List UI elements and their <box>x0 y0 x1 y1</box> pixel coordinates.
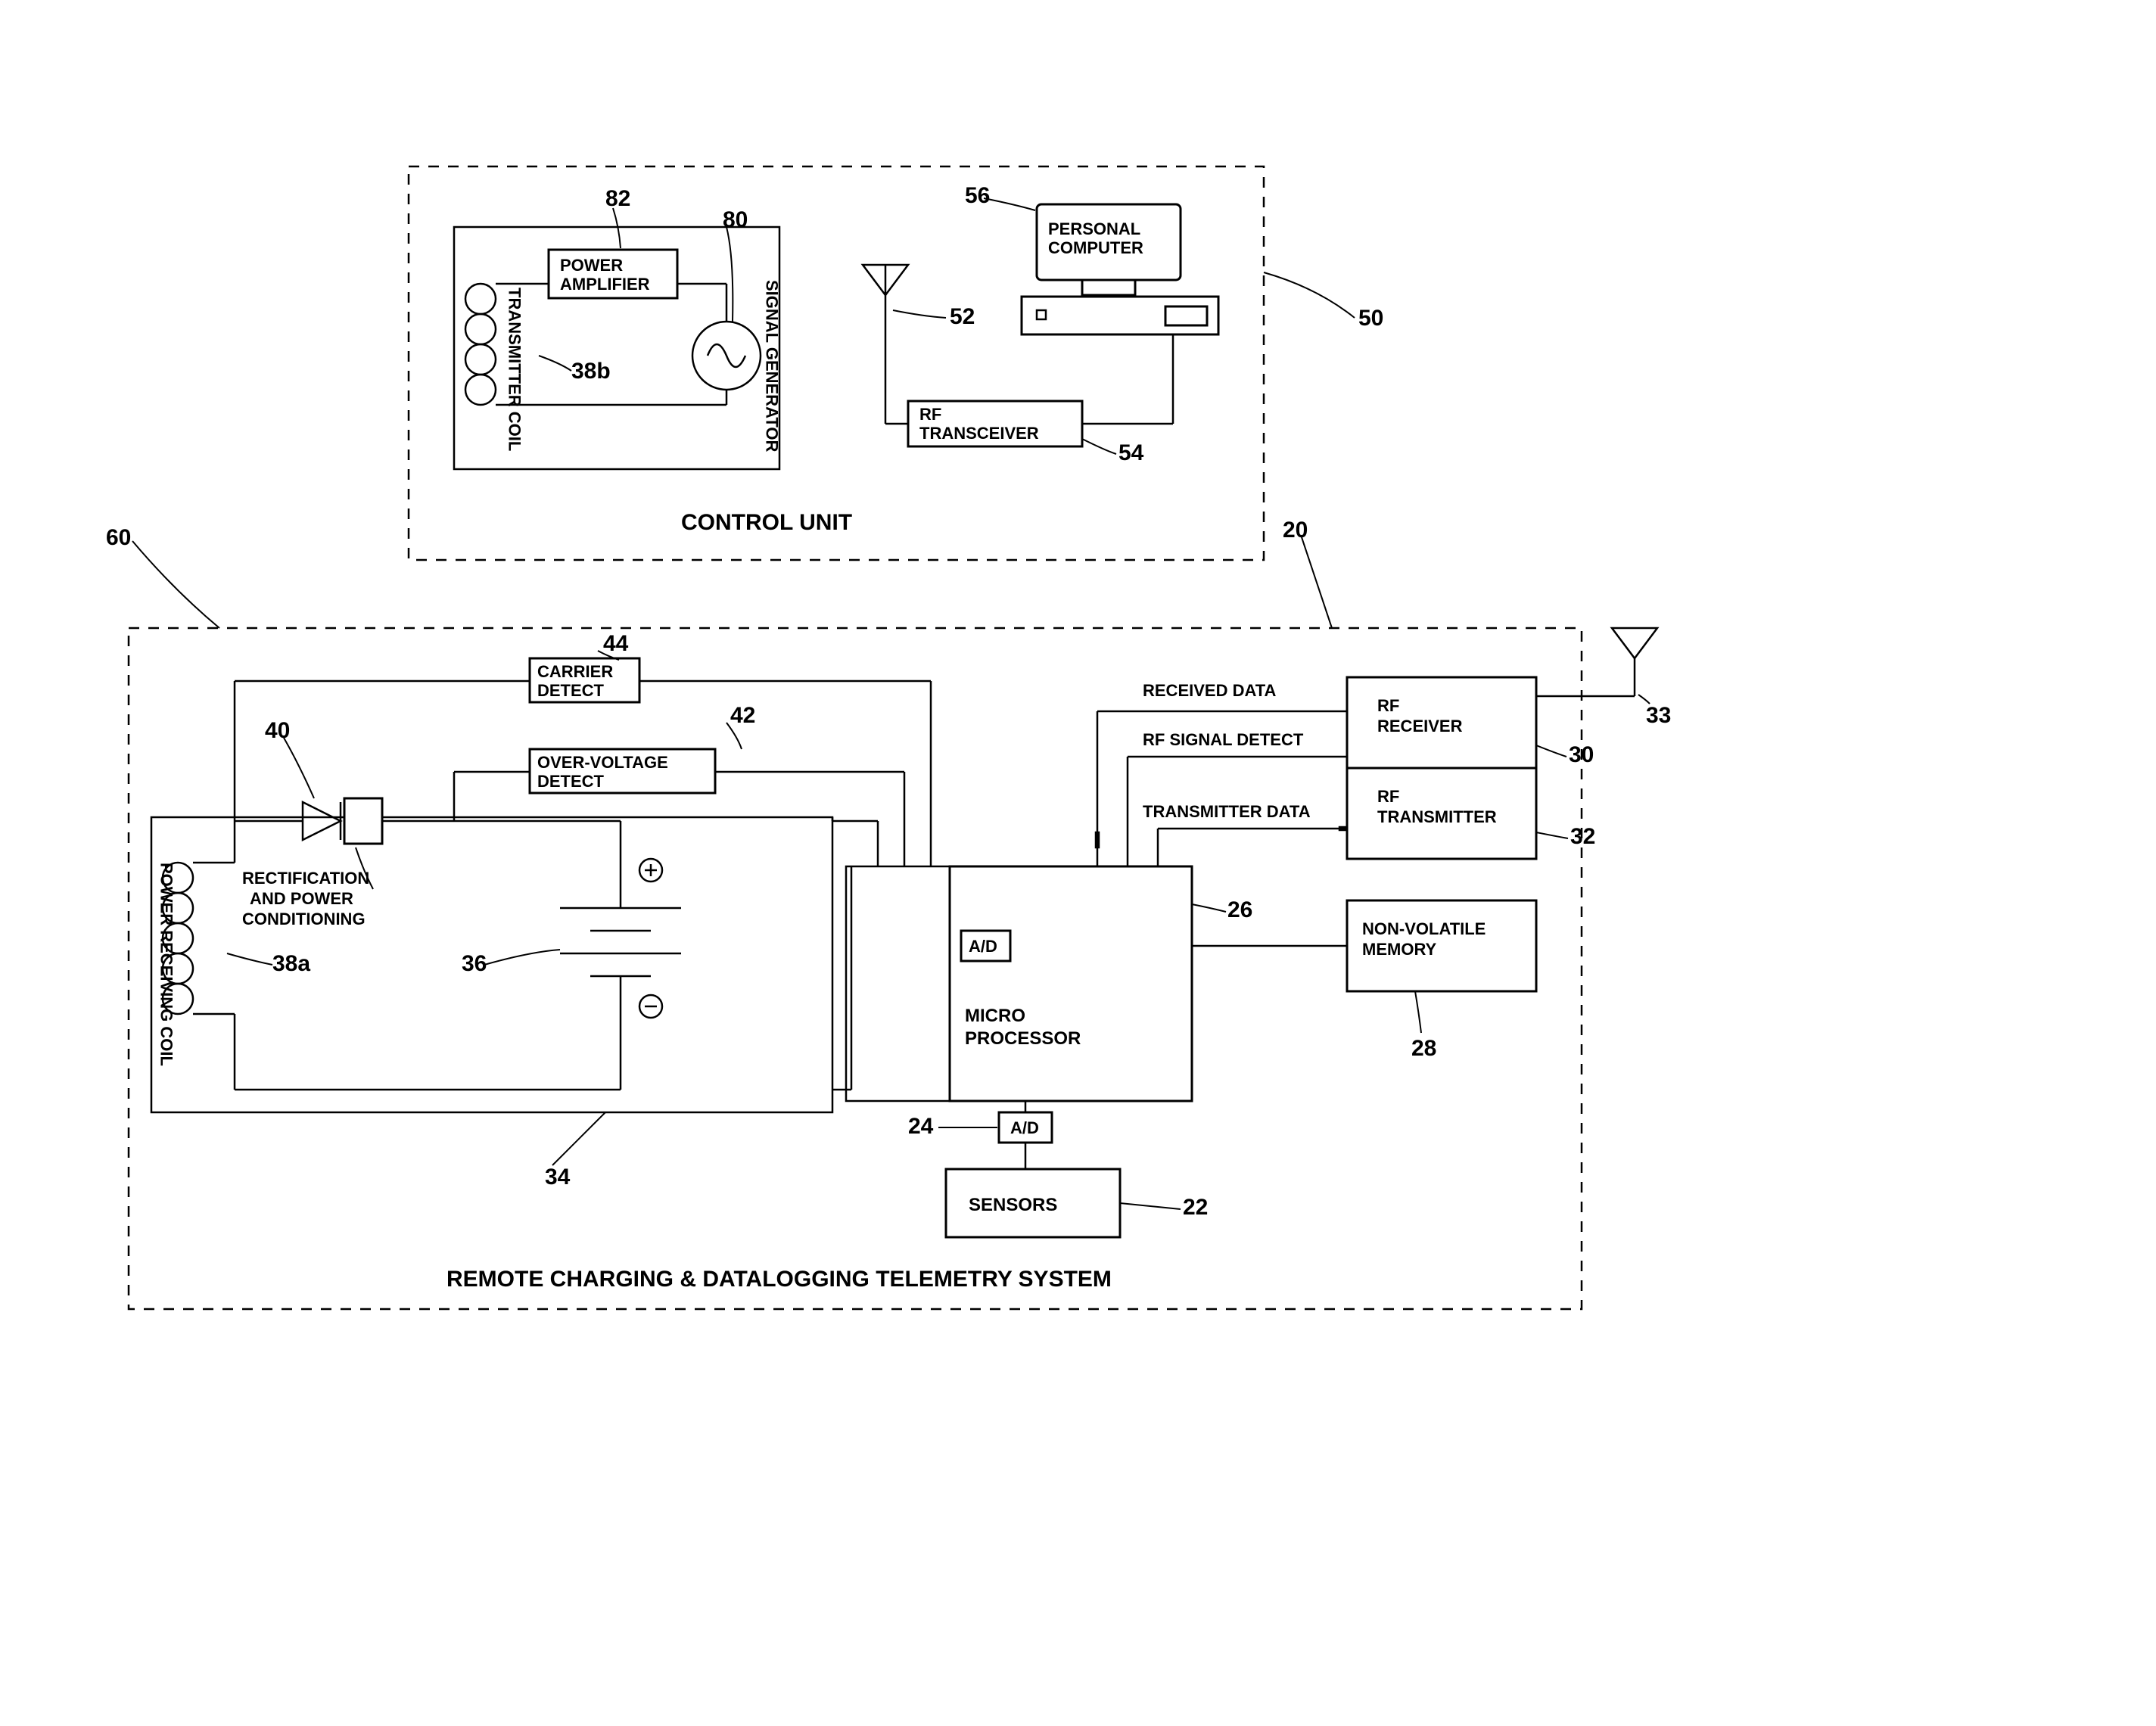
nvm-label-1: NON-VOLATILE <box>1362 919 1486 938</box>
ref-36-leader <box>484 950 560 965</box>
diode-icon <box>303 802 341 840</box>
ref-24: 24 <box>908 1114 934 1139</box>
ref-34-leader <box>552 1112 605 1165</box>
transmitter-data-label: TRANSMITTER DATA <box>1143 802 1311 821</box>
remote-unit-title: REMOTE CHARGING & DATALOGGING TELEMETRY … <box>446 1267 1112 1292</box>
ref-50: 50 <box>1358 306 1383 331</box>
ref-38a: 38a <box>272 951 310 976</box>
ref-52: 52 <box>950 304 975 329</box>
ref-32: 32 <box>1570 824 1595 849</box>
ref-20-leader <box>1302 537 1332 628</box>
sensors-label: SENSORS <box>969 1195 1057 1215</box>
ref-30: 30 <box>1569 742 1594 767</box>
ref-50-leader <box>1264 272 1355 318</box>
power-amplifier-label-2: AMPLIFIER <box>560 275 650 294</box>
ad-inner-label: A/D <box>969 937 997 956</box>
ref-56: 56 <box>965 183 990 208</box>
rect-block <box>344 798 382 844</box>
control-unit-title: CONTROL UNIT <box>681 510 852 535</box>
tx-coil-loop <box>465 314 496 344</box>
rf-transmitter-label-2: TRANSMITTER <box>1377 807 1497 826</box>
ref-40-leader <box>284 738 314 798</box>
overv-label-1: OVER-VOLTAGE <box>537 753 668 772</box>
overv-label-2: DETECT <box>537 772 605 791</box>
ref-32-leader <box>1536 832 1568 838</box>
signal-generator-sine-icon <box>708 344 745 367</box>
ref-42: 42 <box>730 703 755 728</box>
ref-22: 22 <box>1183 1195 1208 1220</box>
ref-52-leader <box>893 310 946 318</box>
ref-38a-leader <box>227 953 272 965</box>
ref-36: 36 <box>462 951 487 976</box>
rect-label-2: AND POWER <box>250 889 353 908</box>
ref-38b-leader <box>539 356 571 371</box>
ref-40: 40 <box>265 718 290 743</box>
microprocessor <box>950 866 1192 1101</box>
mpu-label-2: PROCESSOR <box>965 1028 1081 1049</box>
rf-signal-detect-label: RF SIGNAL DETECT <box>1143 730 1304 749</box>
rect-label-3: CONDITIONING <box>242 910 366 928</box>
rx-coil-label: POWER RECEIVING COIL <box>157 863 176 1066</box>
received-data-label: RECEIVED DATA <box>1143 681 1277 700</box>
ref-82: 82 <box>605 186 630 211</box>
ref-28-leader <box>1415 991 1421 1033</box>
signal-generator-label: SIGNAL GENERATOR <box>763 280 782 452</box>
ref-28: 28 <box>1411 1036 1436 1061</box>
rf-transceiver-label-2: TRANSCEIVER <box>919 424 1039 443</box>
rf-receiver-label-2: RECEIVER <box>1377 717 1463 735</box>
ref-26: 26 <box>1227 897 1252 922</box>
carrier-detect-label-2: DETECT <box>537 681 605 700</box>
ref-82-leader <box>613 208 621 248</box>
ref-80: 80 <box>723 207 748 232</box>
ref-22-leader <box>1120 1203 1181 1209</box>
rect-label-1: RECTIFICATION <box>242 869 369 888</box>
rf-transceiver-label-1: RF <box>919 405 941 424</box>
ref-60: 60 <box>106 525 131 550</box>
ref-54: 54 <box>1118 440 1144 465</box>
pc-label-2: COMPUTER <box>1048 238 1143 257</box>
ref-44: 44 <box>603 631 629 656</box>
ref-33: 33 <box>1646 703 1671 728</box>
pc-drive-icon <box>1165 306 1207 325</box>
mpu-label-1: MICRO <box>965 1006 1025 1026</box>
ref-38b: 38b <box>571 359 611 384</box>
tx-coil-loop <box>465 284 496 314</box>
nvm-label-2: MEMORY <box>1362 940 1437 959</box>
ref-20: 20 <box>1283 518 1308 543</box>
tx-coil-label: TRANSMITTER COIL <box>506 288 524 451</box>
ref-34: 34 <box>545 1165 571 1190</box>
pc-monitor-stand <box>1082 280 1135 295</box>
ref-54-leader <box>1082 439 1116 454</box>
ref-60-leader <box>132 541 219 628</box>
rf-receiver-label-1: RF <box>1377 696 1399 715</box>
ref-26-leader <box>1192 904 1226 912</box>
tx-coil-loop <box>465 344 496 375</box>
carrier-detect-label-1: CARRIER <box>537 662 613 681</box>
ad-block-label: A/D <box>1010 1118 1039 1137</box>
pc-label-1: PERSONAL <box>1048 219 1140 238</box>
rect-frame <box>151 817 832 1112</box>
power-amplifier-label-1: POWER <box>560 256 623 275</box>
tx-coil-loop <box>465 375 496 405</box>
ref-56-leader <box>984 198 1035 210</box>
mpu-left-extension <box>846 866 950 1101</box>
remote-antenna-icon <box>1612 628 1657 658</box>
ref-30-leader <box>1536 745 1566 757</box>
rf-transmitter-label-1: RF <box>1377 787 1399 806</box>
